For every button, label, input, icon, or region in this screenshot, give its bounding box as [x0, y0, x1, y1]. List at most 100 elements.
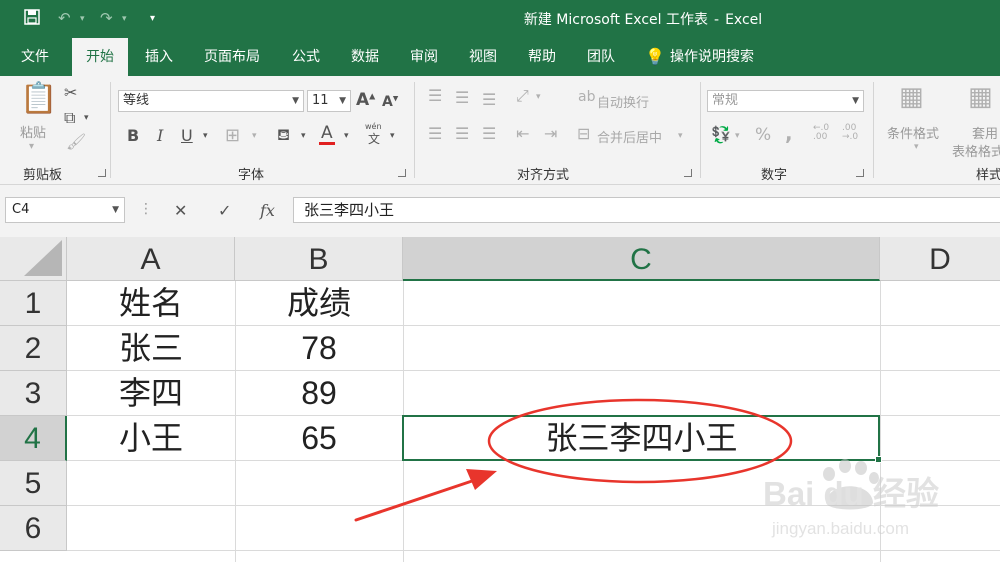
conditional-format-button[interactable]: 条件格式 [887, 123, 939, 142]
tab-formulas[interactable]: 公式 [292, 38, 320, 76]
cell-b4[interactable]: 65 [235, 416, 403, 461]
align-top-icon[interactable]: ☰ [428, 88, 442, 104]
merge-dropdown-icon[interactable]: ▾ [678, 132, 683, 141]
tab-team[interactable]: 团队 [587, 38, 615, 76]
merge-center-icon[interactable]: ⊟ [577, 126, 590, 142]
phonetic-dropdown-icon[interactable]: ▾ [390, 132, 395, 141]
tab-review[interactable]: 审阅 [410, 38, 438, 76]
fill-color-dropdown-icon[interactable]: ▾ [301, 132, 306, 141]
column-header-c[interactable]: C [403, 237, 880, 281]
tell-me-search[interactable]: 操作说明搜索 [670, 38, 754, 76]
font-name-select[interactable]: 等线 ▼ [118, 90, 304, 112]
orientation-dropdown-icon[interactable]: ▾ [536, 93, 541, 102]
increase-decimal-icon[interactable]: ←.0.00 [813, 124, 829, 142]
number-launcher-icon[interactable] [856, 169, 864, 177]
orientation-icon[interactable]: ⤢ [516, 88, 529, 104]
select-all-triangle-icon [24, 240, 62, 276]
row-header-5[interactable]: 5 [0, 461, 67, 506]
comma-button[interactable]: , [785, 123, 793, 143]
phonetic-icon[interactable]: wén [365, 123, 382, 131]
font-launcher-icon[interactable] [398, 169, 406, 177]
number-format-select[interactable]: 常规 ▼ [707, 90, 864, 112]
chevron-down-icon: ▼ [292, 96, 299, 106]
align-right-icon[interactable]: ☰ [482, 126, 496, 142]
ribbon-tabs: 文件 开始 插入 页面布局 公式 数据 审阅 视图 帮助 团队 💡 操作说明搜索 [0, 38, 1000, 76]
cell-a4[interactable]: 小王 [67, 416, 235, 461]
clipboard-launcher-icon[interactable] [98, 169, 106, 177]
tab-help[interactable]: 帮助 [528, 38, 556, 76]
tab-data[interactable]: 数据 [351, 38, 379, 76]
underline-dropdown-icon[interactable]: ▾ [203, 132, 208, 141]
tab-home[interactable]: 开始 [72, 38, 128, 76]
decrease-font-icon[interactable]: A▼ [382, 95, 398, 109]
cell-a3[interactable]: 李四 [67, 371, 235, 416]
italic-button[interactable]: I [157, 128, 163, 144]
row-header-6[interactable]: 6 [0, 506, 67, 551]
insert-function-icon[interactable]: fx [260, 201, 275, 220]
paste-dropdown-icon[interactable]: ▾ [29, 142, 34, 152]
format-table-button-line2: 表格格式 [952, 145, 1000, 160]
align-left-icon[interactable]: ☰ [428, 126, 442, 142]
copy-icon[interactable]: ⧉ [64, 110, 75, 126]
format-painter-icon[interactable]: 🖌 [66, 134, 86, 150]
row-header-3[interactable]: 3 [0, 371, 67, 416]
border-dropdown-icon[interactable]: ▾ [252, 132, 257, 141]
align-bottom-icon[interactable]: ☰ [482, 92, 496, 108]
decrease-indent-icon[interactable]: ⇤ [516, 126, 529, 142]
cell-a2[interactable]: 张三 [67, 326, 235, 371]
cancel-icon[interactable]: ✕ [174, 201, 187, 220]
column-header-d[interactable]: D [880, 237, 1000, 281]
wrap-text-icon[interactable]: ab [578, 90, 595, 104]
enter-icon[interactable]: ✓ [218, 201, 231, 220]
row-header-2[interactable]: 2 [0, 326, 67, 371]
paste-icon[interactable]: 📋 [20, 84, 57, 114]
column-header-b[interactable]: B [235, 237, 403, 281]
cell-b3[interactable]: 89 [235, 371, 403, 416]
increase-font-icon[interactable]: A▲ [356, 92, 375, 109]
name-box[interactable]: C4 ▼ [5, 197, 125, 223]
select-all-button[interactable] [0, 237, 67, 281]
conditional-format-icon[interactable]: ▦ [899, 84, 924, 110]
paste-button[interactable]: 粘贴 [20, 122, 46, 141]
font-size-select[interactable]: 11 ▼ [307, 90, 351, 112]
chevron-down-icon: ▼ [112, 205, 119, 215]
tab-view[interactable]: 视图 [469, 38, 497, 76]
cell-a1[interactable]: 姓名 [67, 281, 235, 326]
currency-dropdown-icon[interactable]: ▾ [735, 132, 740, 141]
cut-icon[interactable]: ✂ [64, 85, 77, 101]
tab-page-layout[interactable]: 页面布局 [204, 38, 260, 76]
fill-color-icon[interactable]: ⛾ [277, 127, 290, 143]
app-name: Excel [725, 12, 763, 28]
format-table-button[interactable]: 套用 [972, 123, 998, 142]
decrease-decimal-icon[interactable]: .00 →.0 [842, 124, 858, 142]
align-middle-icon[interactable]: ☰ [455, 90, 469, 106]
chevron-down-icon: ▼ [339, 96, 346, 106]
alignment-launcher-icon[interactable] [684, 169, 692, 177]
tab-file[interactable]: 文件 [21, 38, 49, 76]
cell-b2[interactable]: 78 [235, 326, 403, 371]
currency-icon[interactable]: 💱 [711, 127, 731, 143]
lightbulb-icon[interactable]: 💡 [645, 38, 665, 76]
align-center-icon[interactable]: ☰ [455, 126, 469, 142]
format-table-icon[interactable]: ▦ [968, 84, 993, 110]
tab-insert[interactable]: 插入 [145, 38, 173, 76]
merge-center-button[interactable]: 合并后居中 [597, 127, 662, 146]
column-header-a[interactable]: A [67, 237, 235, 281]
more-options-icon[interactable]: ⋮ [139, 201, 153, 217]
conditional-format-dropdown-icon[interactable]: ▾ [914, 143, 919, 152]
increase-indent-icon[interactable]: ⇥ [544, 126, 557, 142]
copy-dropdown-icon[interactable]: ▾ [84, 114, 89, 123]
bold-button[interactable]: B [127, 128, 139, 144]
row-header-1[interactable]: 1 [0, 281, 67, 326]
formula-input[interactable]: 张三李四小王 [293, 197, 1000, 223]
fill-handle[interactable] [875, 456, 882, 463]
border-icon[interactable]: ⊞ [225, 127, 240, 145]
font-color-icon[interactable]: A [319, 125, 335, 145]
active-cell-border [402, 415, 880, 461]
underline-button[interactable]: U [181, 128, 193, 144]
font-color-dropdown-icon[interactable]: ▾ [344, 132, 349, 141]
wrap-text-button[interactable]: 自动换行 [597, 92, 649, 111]
cell-b1[interactable]: 成绩 [235, 281, 403, 326]
row-header-4[interactable]: 4 [0, 416, 67, 461]
percent-button[interactable]: % [755, 127, 771, 144]
